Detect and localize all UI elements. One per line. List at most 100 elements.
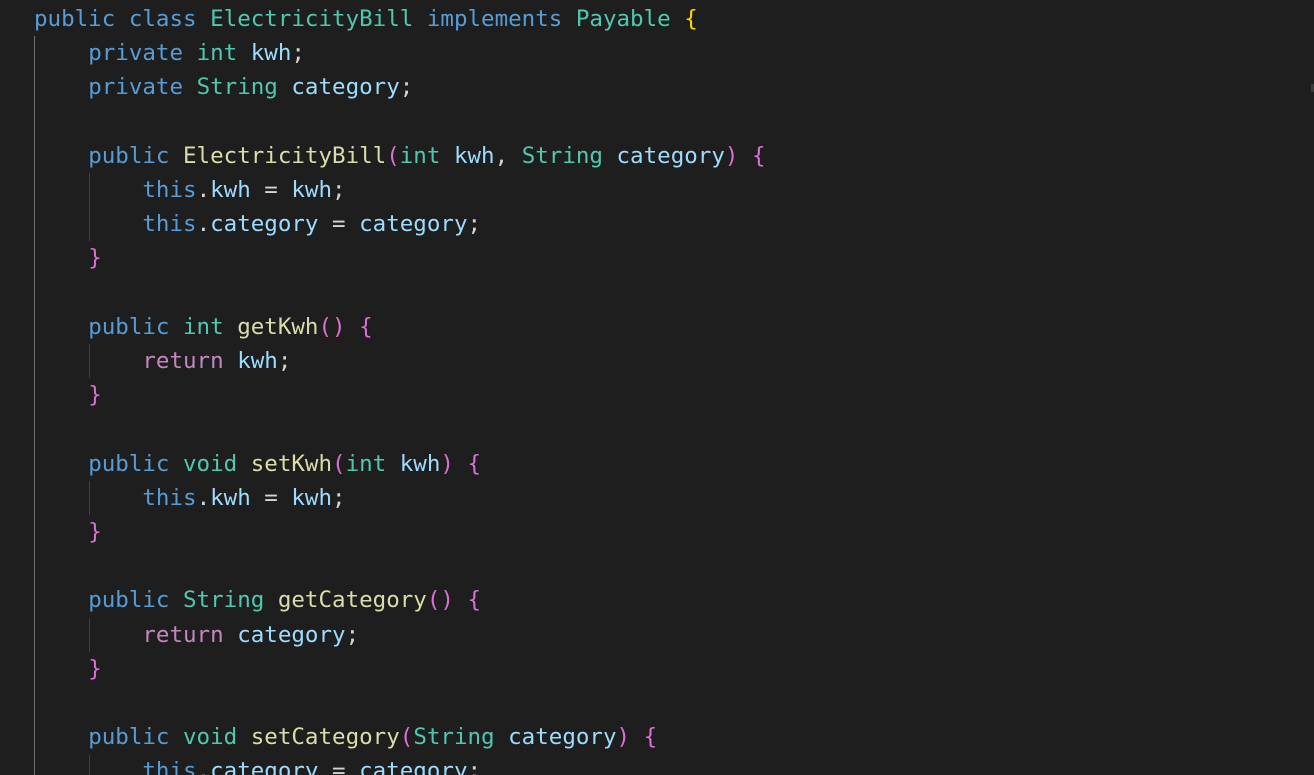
code-line[interactable]: } [34,378,102,412]
code-token: public [88,450,170,477]
code-line[interactable]: return category; [34,618,359,652]
code-editor[interactable]: public class ElectricityBill implements … [0,0,1314,775]
code-line[interactable]: public void setKwh(int kwh) { [34,447,481,481]
code-token: } [88,655,102,682]
code-token: } [88,382,102,409]
code-token: ; [291,40,305,67]
code-token: ; [467,211,482,238]
code-token: this [142,211,197,238]
code-token: public [88,587,170,614]
code-token: kwh [210,177,251,203]
code-token: setCategory [250,724,400,751]
code-token: = [332,758,346,775]
code-token: kwh [291,484,333,511]
code-line[interactable]: public ElectricityBill(int kwh, String c… [34,139,766,173]
code-token: . [196,758,211,775]
code-line[interactable]: public String getCategory() { [34,583,481,617]
code-token: ; [467,758,482,775]
code-token: int [183,313,224,340]
code-token: setKwh [250,450,333,477]
code-token: public [34,6,116,32]
code-token: { [751,142,766,169]
code-token: . [196,484,211,511]
code-line[interactable]: private int kwh; [34,36,305,70]
code-token: String [413,724,495,751]
code-token: Payable [575,6,671,32]
code-line[interactable]: public class ElectricityBill implements … [34,2,698,36]
code-token: { [643,724,658,751]
code-token: ; [345,621,360,648]
code-line[interactable]: } [34,652,102,686]
code-token: public [88,313,170,340]
code-token: category [291,74,400,101]
code-token: . [196,177,211,203]
code-line[interactable]: } [34,515,102,549]
code-token: class [128,6,197,32]
code-token: = [264,484,278,511]
code-line[interactable]: public void setCategory(String category)… [34,720,657,754]
code-line[interactable]: public int getKwh() { [34,310,372,344]
code-line[interactable]: this.category = category; [34,207,481,241]
code-token: ) [724,142,739,169]
code-token: getCategory [277,587,427,614]
code-token: String [183,587,265,614]
code-token: ElectricityBill [183,142,387,169]
code-line[interactable]: this.kwh = kwh; [34,173,345,207]
code-token: category [210,758,319,775]
code-token: String [196,74,278,101]
code-token: = [332,211,346,238]
code-token: this [142,177,197,203]
code-token: kwh [291,177,333,203]
code-token: } [88,245,102,272]
code-line[interactable]: this.kwh = kwh; [34,481,345,515]
code-line[interactable]: this.category = category; [34,754,481,775]
code-token: ; [399,74,414,101]
code-token: } [88,519,102,545]
code-line[interactable]: } [34,241,102,275]
code-line[interactable]: return kwh; [34,344,291,378]
code-token: int [399,142,441,169]
code-token: return [142,621,224,648]
code-token: public [88,142,170,169]
code-token: void [183,724,238,751]
code-token: return [142,348,224,374]
code-token: { [684,6,698,32]
code-token: ) [440,450,454,477]
code-line[interactable]: private String category; [34,70,413,104]
code-token: public [88,724,170,751]
code-token: category [359,758,468,775]
code-token: kwh [210,484,251,511]
